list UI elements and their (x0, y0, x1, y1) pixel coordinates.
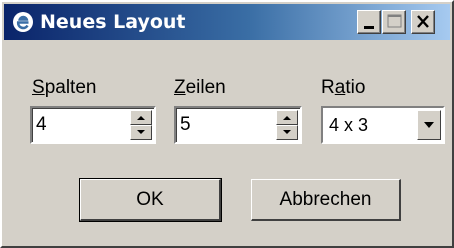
close-icon (417, 15, 429, 28)
zeilen-stepper[interactable]: 5 (174, 106, 302, 144)
spalten-value[interactable]: 4 (36, 113, 47, 137)
app-e-icon (12, 11, 34, 33)
spalten-label: Spalten (32, 77, 97, 98)
zeilen-value[interactable]: 5 (180, 113, 191, 137)
ratio-select[interactable]: 4 x 3 (321, 106, 445, 144)
window-title: Neues Layout (40, 11, 186, 33)
ratio-dropdown-button[interactable] (417, 110, 441, 140)
ok-button[interactable]: OK (79, 178, 222, 222)
maximize-button[interactable] (382, 10, 406, 34)
chevron-down-icon (424, 122, 434, 128)
dialog-window: Neues Layout Spalten Zeilen Ratio 4 5 4 … (0, 0, 454, 248)
zeilen-decrement-button[interactable] (276, 125, 298, 140)
spalten-stepper[interactable]: 4 (30, 106, 156, 144)
close-button[interactable] (411, 10, 435, 34)
arrow-down-icon (283, 130, 291, 134)
zeilen-increment-button[interactable] (276, 110, 298, 125)
cancel-button[interactable]: Abbrechen (251, 179, 401, 221)
ratio-label: Ratio (321, 77, 366, 98)
ratio-selected-value[interactable]: 4 x 3 (329, 113, 368, 137)
zeilen-label: Zeilen (174, 77, 226, 98)
spalten-increment-button[interactable] (130, 110, 152, 125)
maximize-icon (387, 14, 402, 28)
minimize-icon (364, 26, 374, 29)
arrow-up-icon (283, 116, 291, 120)
arrow-up-icon (137, 116, 145, 120)
arrow-down-icon (137, 130, 145, 134)
minimize-button[interactable] (357, 10, 381, 34)
title-bar[interactable]: Neues Layout (4, 4, 450, 40)
spalten-decrement-button[interactable] (130, 125, 152, 140)
